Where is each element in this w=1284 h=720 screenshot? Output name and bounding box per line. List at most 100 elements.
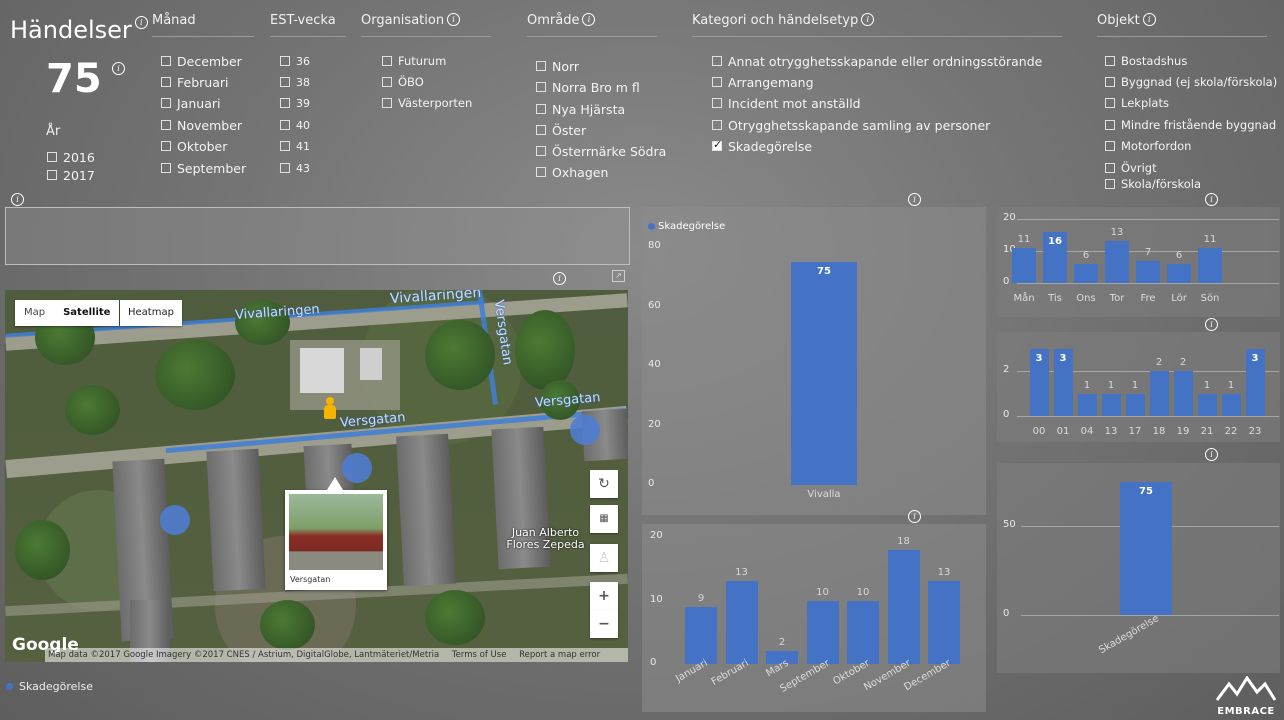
checkbox[interactable] [536, 61, 546, 71]
checkbox[interactable] [1105, 120, 1115, 130]
streetview-popup[interactable]: Versgatan [285, 490, 387, 590]
checkbox[interactable] [712, 120, 722, 130]
info-icon[interactable]: i [1205, 448, 1218, 461]
objekt-item[interactable]: Mindre fristående byggnad [1105, 116, 1276, 134]
pegman-control-icon[interactable]: ♙ [590, 544, 618, 572]
checkbox[interactable] [161, 120, 171, 130]
checkbox[interactable] [280, 141, 290, 151]
manad-item[interactable]: November [161, 116, 242, 134]
omrade-item[interactable]: Norra Bro m fl [536, 78, 640, 96]
vecka-item[interactable]: 40 [280, 116, 310, 134]
vecka-item[interactable]: 38 [280, 73, 310, 91]
checkbox[interactable] [161, 56, 171, 66]
map-data-point[interactable] [160, 505, 190, 535]
info-icon[interactable]: i [908, 510, 921, 523]
checkbox[interactable] [712, 77, 722, 87]
rotate-icon[interactable]: ↻ [590, 470, 618, 498]
omrade-item[interactable]: Norr [536, 57, 579, 75]
checkbox[interactable] [1105, 77, 1115, 87]
year-2017[interactable]: 2017 [47, 166, 95, 184]
pegman-icon[interactable] [322, 397, 338, 423]
terms-link[interactable]: Terms of Use [452, 650, 507, 660]
zoom-out-button[interactable]: − [590, 610, 618, 638]
info-icon[interactable]: i [908, 193, 921, 206]
manad-item[interactable]: December [161, 52, 242, 70]
heatmap-button[interactable]: Heatmap [120, 300, 182, 326]
omrade-item[interactable]: Österrnärke Södra [536, 142, 666, 160]
vecka-item[interactable]: 39 [280, 94, 310, 112]
info-icon[interactable]: i [1142, 13, 1156, 26]
omrade-item[interactable]: Nya Hjärsta [536, 100, 625, 118]
tilt-icon[interactable]: ▦ [590, 505, 618, 533]
objekt-item[interactable]: Övrigt [1105, 159, 1157, 177]
checkbox[interactable] [161, 77, 171, 87]
info-icon[interactable]: i [134, 16, 148, 29]
objekt-item[interactable]: Byggnad (ej skola/förskola) [1105, 73, 1277, 91]
info-icon[interactable]: i [861, 13, 875, 26]
organisation-item[interactable]: Futurum [382, 52, 446, 70]
objekt-item[interactable]: Bostadshus [1105, 52, 1187, 70]
organisation-item[interactable]: Västerporten [382, 94, 472, 112]
objekt-item[interactable]: Lekplats [1105, 94, 1169, 112]
omrade-item[interactable]: Oxhagen [536, 163, 608, 181]
checkbox[interactable] [47, 170, 57, 180]
omrade-item[interactable]: Öster [536, 121, 586, 139]
manad-item[interactable]: September [161, 159, 246, 177]
checkbox[interactable] [536, 104, 546, 114]
checkbox[interactable] [712, 56, 722, 66]
checkbox[interactable] [1105, 98, 1115, 108]
kategori-item[interactable]: Arrangemang [712, 73, 814, 91]
checkbox[interactable] [1105, 179, 1115, 189]
info-icon[interactable]: i [1205, 318, 1218, 331]
manad-item[interactable]: Februari [161, 73, 228, 91]
kategori-item[interactable]: Annat otrygghetsskapande eller ordningss… [712, 52, 1042, 70]
organisation-item[interactable]: ÖBO [382, 73, 424, 91]
checkbox[interactable] [161, 98, 171, 108]
checkbox[interactable] [1105, 163, 1115, 173]
info-icon[interactable]: i [582, 13, 596, 26]
checkbox-checked[interactable] [712, 138, 722, 151]
kategori-item-skadegorelse[interactable]: Skadegörelse [712, 137, 812, 155]
checkbox[interactable] [382, 77, 392, 87]
checkbox[interactable] [280, 77, 290, 87]
info-icon[interactable]: i [447, 13, 461, 26]
map-data-point[interactable] [570, 415, 600, 445]
vecka-item[interactable]: 41 [280, 137, 310, 155]
checkbox[interactable] [280, 98, 290, 108]
focus-mode-icon[interactable]: ↗ [612, 270, 625, 282]
manad-item[interactable]: Januari [161, 94, 220, 112]
checkbox[interactable] [536, 125, 546, 135]
year-2016[interactable]: 2016 [47, 148, 95, 166]
zoom-in-button[interactable]: + [590, 582, 618, 610]
report-link[interactable]: Report a map error [519, 650, 600, 660]
checkbox[interactable] [280, 120, 290, 130]
map-view[interactable]: Vivallaringen Vivallaringen Versgatan Ve… [5, 290, 628, 662]
checkbox[interactable] [161, 163, 171, 173]
map-type-satellite-button[interactable]: Satellite [54, 300, 119, 326]
vecka-item[interactable]: 36 [280, 52, 310, 70]
manad-item[interactable]: Oktober [161, 137, 227, 155]
checkbox[interactable] [280, 163, 290, 173]
info-icon[interactable]: i [11, 193, 24, 206]
map-data-point[interactable] [342, 453, 372, 483]
objekt-item[interactable]: Skola/förskola [1105, 178, 1201, 190]
checkbox[interactable] [712, 98, 722, 108]
vecka-item[interactable]: 43 [280, 159, 310, 177]
map-type-map-button[interactable]: Map [15, 300, 54, 326]
checkbox[interactable] [1105, 141, 1115, 151]
checkbox[interactable] [382, 98, 392, 108]
checkbox[interactable] [536, 167, 546, 177]
checkbox[interactable] [536, 82, 546, 92]
checkbox[interactable] [47, 152, 57, 162]
checkbox[interactable] [536, 146, 546, 156]
checkbox[interactable] [1105, 56, 1115, 66]
checkbox[interactable] [280, 56, 290, 66]
info-icon[interactable]: i [553, 272, 566, 285]
info-icon[interactable]: i [112, 62, 125, 75]
info-icon[interactable]: i [1205, 193, 1218, 206]
objekt-item[interactable]: Motorfordon [1105, 137, 1191, 155]
checkbox[interactable] [161, 141, 171, 151]
checkbox[interactable] [382, 56, 392, 66]
kategori-item[interactable]: Otrygghetsskapande samling av personer [712, 116, 990, 134]
kategori-item[interactable]: Incident mot anställd [712, 94, 861, 112]
